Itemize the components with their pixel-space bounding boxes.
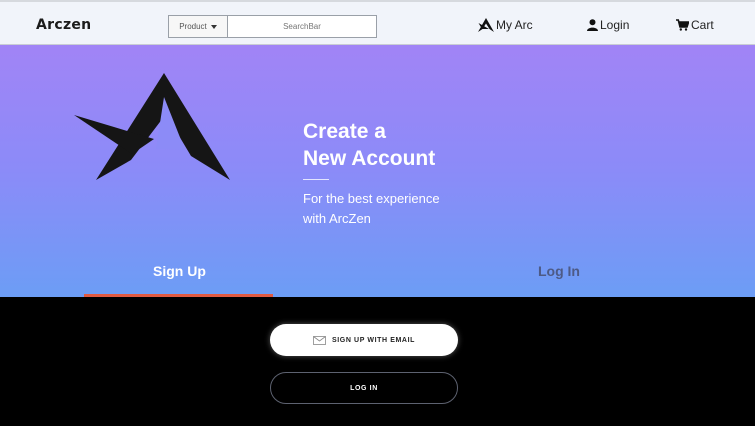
envelope-icon [313, 335, 326, 345]
cart-link[interactable]: Cart [676, 18, 714, 32]
search-input[interactable] [228, 16, 376, 37]
log-in-label: LOG IN [350, 384, 378, 392]
title-divider [303, 179, 329, 180]
page-subtitle: For the best experience with ArcZen [303, 189, 473, 229]
search-bar: Product [168, 15, 377, 38]
arczen-big-logo-icon [74, 73, 230, 180]
tab-sign-up[interactable]: Sign Up [153, 263, 206, 279]
my-arc-label: My Arc [496, 18, 533, 32]
cart-icon [676, 19, 689, 31]
hero-banner: Create a New Account For the best experi… [0, 45, 755, 297]
cart-label: Cart [691, 18, 714, 32]
subtitle-line-1: For the best experience [303, 191, 440, 206]
product-dropdown[interactable]: Product [169, 16, 228, 37]
active-tab-indicator [84, 294, 273, 297]
subtitle-line-2: with ArcZen [303, 211, 371, 226]
brand-logo[interactable]: Arczen [36, 17, 91, 33]
sign-up-with-email-label: SIGN UP WITH EMAIL [331, 336, 415, 344]
title-line-2: New Account [303, 147, 436, 170]
product-dropdown-label: Product [179, 22, 207, 31]
sign-up-with-email-button[interactable]: SIGN UP WITH EMAIL [270, 324, 458, 356]
my-arc-link[interactable]: My Arc [478, 18, 533, 32]
arc-logo-icon [478, 18, 494, 32]
chevron-down-icon [210, 24, 217, 29]
log-in-button[interactable]: LOG IN [270, 372, 458, 404]
page-title: Create a New Account [303, 118, 483, 172]
user-icon [587, 19, 598, 31]
login-label: Login [600, 18, 630, 32]
title-line-1: Create a [303, 120, 386, 143]
login-link[interactable]: Login [587, 18, 629, 32]
top-navbar: Arczen Product My Arc Login Cart [0, 0, 755, 45]
tab-log-in[interactable]: Log In [538, 263, 580, 279]
